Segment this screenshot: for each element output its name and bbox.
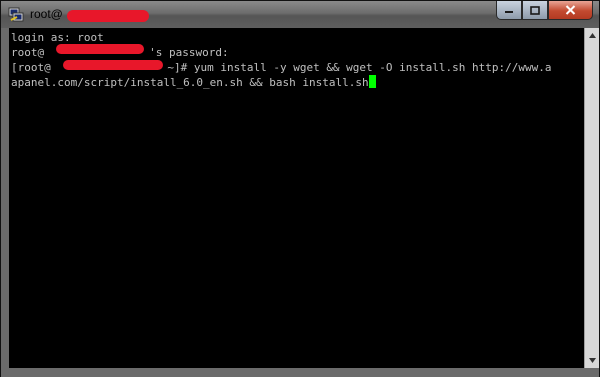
maximize-icon xyxy=(530,5,540,15)
window-controls xyxy=(496,1,593,20)
terminal-output[interactable]: login as: root root@'s password: [root@ … xyxy=(9,28,584,368)
title-bar[interactable]: root@ xyxy=(1,1,599,28)
minimize-icon xyxy=(505,11,513,13)
close-button[interactable] xyxy=(548,1,593,20)
scroll-down-arrow xyxy=(588,358,596,363)
command-text-continued: apanel.com/script/install_6.0_en.sh && b… xyxy=(11,76,369,89)
minimize-button[interactable] xyxy=(496,1,522,20)
window-bottom-border xyxy=(1,368,599,377)
title-redaction xyxy=(67,10,149,22)
putty-icon xyxy=(8,7,24,22)
window-title: root@ xyxy=(30,7,63,21)
maximize-button[interactable] xyxy=(522,1,548,20)
scroll-down-button[interactable] xyxy=(586,353,598,368)
scroll-up-arrow xyxy=(588,33,596,38)
command-text: ~]# yum install -y wget && wget -O insta… xyxy=(160,61,552,74)
password-prompt: 's password: xyxy=(149,46,229,59)
password-prefix: root@ xyxy=(11,46,45,59)
terminal-cursor xyxy=(368,75,376,88)
shell-prompt-prefix: [root@ xyxy=(11,61,51,74)
hostname-redaction xyxy=(63,60,163,70)
putty-window: root@ login as: root root@ 's password: [… xyxy=(0,0,600,377)
ip-redaction xyxy=(56,44,144,54)
vertical-scrollbar[interactable] xyxy=(584,28,599,368)
terminal-line-command-wrap: apanel.com/script/install_6.0_en.sh && b… xyxy=(11,75,376,91)
close-icon xyxy=(565,5,576,15)
login-text: login as: root xyxy=(11,31,104,44)
scroll-up-button[interactable] xyxy=(586,28,598,43)
